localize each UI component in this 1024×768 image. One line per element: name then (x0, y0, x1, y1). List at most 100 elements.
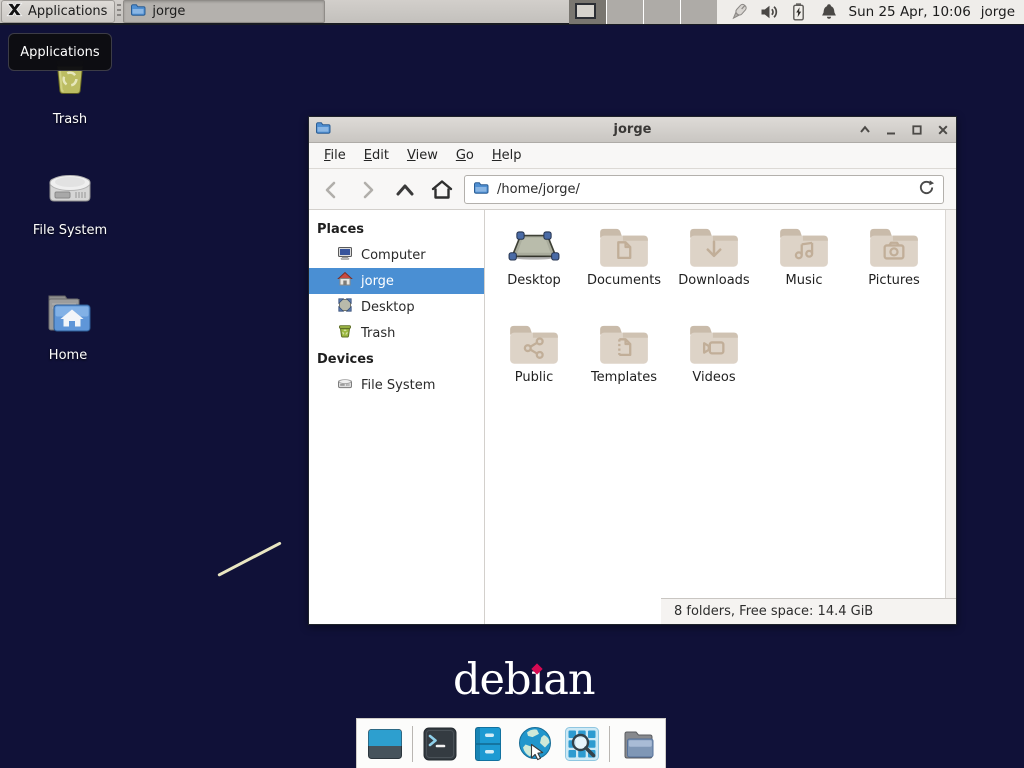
files-grid: Desktop Documents Downloads (485, 210, 945, 598)
sidebar-item-jorge[interactable]: jorge (309, 268, 484, 294)
terminal-icon[interactable] (421, 724, 460, 764)
file-item-pictures[interactable]: Pictures (849, 222, 939, 319)
file-item-desktop[interactable]: Desktop (489, 222, 579, 319)
statusbar: 8 folders, Free space: 14.4 GiB (661, 598, 956, 624)
sidebar-item-label: Trash (361, 326, 395, 341)
web-browser-icon[interactable] (515, 724, 554, 764)
workspace-2[interactable] (606, 0, 643, 24)
menu-help[interactable]: Help (483, 144, 531, 167)
desktop-icon (337, 297, 353, 317)
workspace-4[interactable] (680, 0, 717, 24)
path-bar[interactable]: /home/jorge/ (464, 175, 944, 204)
taskbar-button-jorge[interactable]: jorge (123, 0, 325, 23)
minimize-button[interactable] (884, 123, 898, 137)
sidebar-item-label: File System (361, 378, 435, 393)
notification-bell-icon[interactable] (819, 2, 839, 22)
taskbar-label: jorge (152, 4, 185, 19)
file-item-videos[interactable]: Videos (669, 319, 759, 416)
back-button[interactable] (317, 176, 345, 204)
stylus-icon[interactable] (729, 2, 749, 22)
drive-icon (42, 167, 98, 219)
status-text: 8 folders, Free space: 14.4 GiB (674, 604, 873, 619)
sidebar-item-file-system[interactable]: File System (309, 372, 484, 398)
sidebar-item-label: Desktop (361, 300, 415, 315)
file-label: Documents (587, 273, 661, 288)
file-label: Downloads (678, 273, 749, 288)
up-button[interactable] (391, 176, 419, 204)
window-body: Places Computer jorge Desktop Trash Devi… (309, 210, 956, 624)
dock-separator (609, 726, 610, 762)
sidebar-item-computer[interactable]: Computer (309, 242, 484, 268)
menu-edit[interactable]: Edit (355, 144, 398, 167)
sidebar: Places Computer jorge Desktop Trash Devi… (309, 210, 485, 624)
window-titlebar[interactable]: jorge (309, 117, 956, 143)
folder-icon (130, 2, 146, 22)
reload-icon[interactable] (918, 179, 935, 200)
panel-clock[interactable]: Sun 25 Apr, 10:06 (849, 4, 971, 20)
panel-user-menu[interactable]: jorge (981, 4, 1015, 20)
file-label: Templates (591, 370, 657, 385)
debian-logo-text: debıan (453, 659, 595, 702)
volume-icon[interactable] (759, 2, 779, 22)
workspace-3[interactable] (643, 0, 680, 24)
menu-view[interactable]: View (398, 144, 447, 167)
xfce-logo-icon (6, 1, 23, 22)
path-text[interactable]: /home/jorge/ (497, 182, 910, 197)
panel-tray-area: Sun 25 Apr, 10:06 jorge (717, 0, 1024, 24)
menu-file[interactable]: File (315, 144, 355, 167)
folder-videos-icon (687, 319, 741, 367)
workspace-window-preview (575, 3, 596, 19)
workspace-switcher (569, 0, 717, 24)
file-manager-icon[interactable] (468, 724, 507, 764)
maximize-button[interactable] (910, 123, 924, 137)
forward-button[interactable] (354, 176, 382, 204)
sidebar-item-label: jorge (361, 274, 394, 289)
folder-music-icon (777, 222, 831, 270)
home-button[interactable] (428, 176, 456, 204)
tooltip-label: Applications (20, 45, 99, 60)
wallpaper-swirl-line (217, 541, 281, 576)
directory-menu-icon[interactable] (618, 724, 657, 764)
file-label: Desktop (507, 273, 561, 288)
file-item-documents[interactable]: Documents (579, 222, 669, 319)
folder-documents-icon (597, 222, 651, 270)
toolbar: /home/jorge/ (309, 169, 956, 210)
sidebar-item-trash[interactable]: Trash (309, 320, 484, 346)
sidebar-devices-header: Devices (309, 346, 484, 372)
debian-diamond (531, 663, 542, 674)
shade-button[interactable] (858, 123, 872, 137)
trash-small-icon (337, 323, 353, 343)
application-finder-icon[interactable] (562, 724, 601, 764)
close-button[interactable] (936, 123, 950, 137)
applications-tooltip: Applications (8, 33, 112, 71)
file-item-downloads[interactable]: Downloads (669, 222, 759, 319)
file-label: Pictures (868, 273, 919, 288)
dock (356, 718, 666, 768)
file-item-public[interactable]: Public (489, 319, 579, 416)
vertical-scrollbar[interactable] (945, 210, 956, 598)
folder-pictures-icon (867, 222, 921, 270)
home-icon (337, 271, 353, 291)
desktop-icon-file-system[interactable]: File System (20, 167, 120, 238)
desktop-icon-label: Trash (53, 112, 87, 127)
folder-templates-icon (597, 319, 651, 367)
menu-go[interactable]: Go (447, 144, 483, 167)
menubar: File Edit View Go Help (309, 143, 956, 169)
file-item-templates[interactable]: Templates (579, 319, 669, 416)
desktop-icon-label: File System (33, 223, 107, 238)
workspace-1-active[interactable] (569, 0, 606, 24)
computer-icon (337, 245, 353, 265)
desktop-trapezoid-icon (507, 222, 561, 270)
sidebar-places-header: Places (309, 216, 484, 242)
desktop-icon-home[interactable]: Home (18, 288, 118, 363)
path-folder-icon (473, 180, 489, 200)
applications-button[interactable]: Applications (1, 0, 115, 23)
panel-handle[interactable] (117, 4, 121, 19)
dock-separator (412, 726, 413, 762)
sidebar-item-desktop[interactable]: Desktop (309, 294, 484, 320)
file-label: Music (786, 273, 823, 288)
show-desktop-icon[interactable] (365, 724, 404, 764)
file-item-music[interactable]: Music (759, 222, 849, 319)
battery-icon[interactable] (789, 2, 809, 22)
file-label: Videos (692, 370, 735, 385)
